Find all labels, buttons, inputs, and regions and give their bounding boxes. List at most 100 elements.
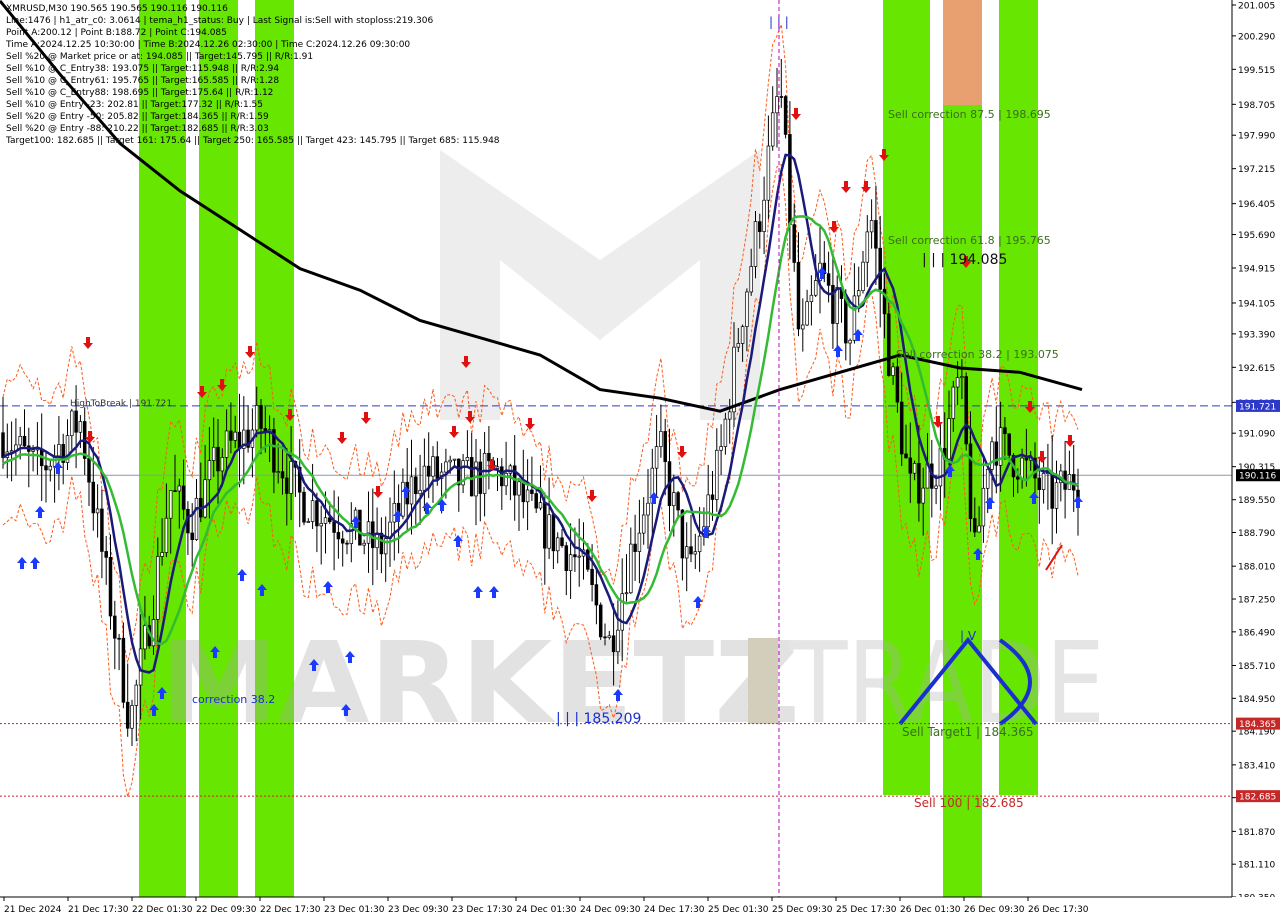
buy-arrow-icon xyxy=(30,557,40,569)
candle-body xyxy=(190,532,194,540)
buy-arrow-icon xyxy=(237,569,247,581)
candle-body xyxy=(564,545,569,571)
candle-body xyxy=(487,452,491,462)
buy-arrow-icon xyxy=(17,557,27,569)
candle-body xyxy=(917,463,921,504)
candle-body xyxy=(530,489,534,494)
price-tick-label: 188.790 xyxy=(1238,529,1275,539)
candle-body xyxy=(947,418,951,460)
info-line: Sell %20 @ Entry -50: 205.82 || Target:1… xyxy=(6,112,269,122)
candle-body xyxy=(706,494,710,528)
candle-body xyxy=(680,509,685,559)
candle-body xyxy=(990,441,994,470)
candle-body xyxy=(770,112,775,147)
candle-body xyxy=(908,457,913,474)
candle-body xyxy=(1037,477,1042,490)
candle-body xyxy=(964,376,968,445)
candle-body xyxy=(233,431,237,441)
annotation-label: Sell correction 38.2 | 193.075 xyxy=(896,348,1059,361)
price-tag-label: 190.116 xyxy=(1239,472,1276,482)
price-tick-label: 194.105 xyxy=(1238,299,1275,309)
price-tag-label: 184.365 xyxy=(1239,720,1276,730)
candle-body xyxy=(887,313,891,376)
candle-body xyxy=(762,199,766,232)
candle-body xyxy=(981,487,986,527)
candle-body xyxy=(482,452,487,494)
candle-body xyxy=(517,481,521,496)
candle-body xyxy=(590,568,594,585)
time-tick-label: 23 Dec 17:30 xyxy=(452,905,513,915)
candle-body xyxy=(426,465,431,477)
candle-body xyxy=(684,546,689,559)
price-tick-label: 185.710 xyxy=(1238,662,1275,672)
sell-arrow-icon xyxy=(361,412,371,424)
candle-body xyxy=(1003,427,1007,435)
sell-arrow-icon xyxy=(373,486,383,498)
candle-body xyxy=(1016,476,1020,480)
candle-body xyxy=(74,410,78,433)
price-tick-label: 197.215 xyxy=(1238,165,1275,175)
time-tick-label: 25 Dec 17:30 xyxy=(836,905,897,915)
candle-body xyxy=(315,500,319,527)
buy-arrow-icon xyxy=(489,586,499,598)
candle-body xyxy=(534,493,538,509)
candle-body xyxy=(1007,433,1011,456)
candle-body xyxy=(740,326,745,344)
buy-arrow-icon xyxy=(323,581,333,593)
candle-body xyxy=(108,556,113,617)
candle-body xyxy=(719,446,723,451)
candle-body xyxy=(813,280,818,296)
candle-body xyxy=(160,552,164,557)
candle-body xyxy=(697,535,702,553)
candle-body xyxy=(801,324,805,330)
candle-body xyxy=(727,411,732,420)
candle-body xyxy=(1054,482,1059,509)
price-tick-label: 195.690 xyxy=(1238,231,1275,241)
buy-arrow-icon xyxy=(1073,496,1083,508)
candle-body xyxy=(211,446,216,461)
sell-arrow-icon xyxy=(449,426,459,438)
candle-body xyxy=(607,635,612,638)
candle-body xyxy=(414,476,418,495)
time-tick-label: 24 Dec 01:30 xyxy=(516,905,577,915)
candle-body xyxy=(1,432,5,458)
candle-body xyxy=(156,556,160,620)
candle-body xyxy=(672,492,676,507)
candle-body xyxy=(654,446,659,469)
candle-body xyxy=(57,444,61,457)
candle-body xyxy=(31,449,35,452)
candle-body xyxy=(977,525,981,533)
sell-arrow-icon xyxy=(83,337,93,349)
candle-body xyxy=(891,366,895,376)
candle-body xyxy=(1050,472,1054,509)
candle-body xyxy=(319,523,323,527)
candle-body xyxy=(113,615,117,639)
price-tick-label: 194.915 xyxy=(1238,265,1275,275)
candle-body xyxy=(985,468,990,489)
time-tick-label: 22 Dec 17:30 xyxy=(260,905,321,915)
candle-body xyxy=(560,537,564,547)
candle-body xyxy=(629,543,633,594)
candle-body xyxy=(285,477,289,494)
candle-body xyxy=(448,459,452,463)
candle-body xyxy=(18,435,22,446)
candle-body xyxy=(78,421,83,433)
candle-body xyxy=(611,635,616,653)
candle-body xyxy=(216,446,220,472)
candle-body xyxy=(95,508,100,514)
price-tick-label: 186.490 xyxy=(1238,628,1275,638)
time-tick-label: 22 Dec 09:30 xyxy=(196,905,257,915)
info-line: Sell %10 @ C_Entry38: 193.075 || Target:… xyxy=(6,64,280,74)
candle-body xyxy=(960,376,964,378)
candle-body xyxy=(418,490,422,495)
time-tick-label: 23 Dec 09:30 xyxy=(388,905,449,915)
price-tick-label: 184.950 xyxy=(1238,695,1275,705)
candle-body xyxy=(1024,457,1029,461)
annotation-label: | | | 194.085 xyxy=(922,252,1007,268)
candle-body xyxy=(259,405,263,429)
annotation-label: | | | 185.209 xyxy=(556,711,641,727)
candle-body xyxy=(693,551,698,555)
candle-body xyxy=(194,497,199,540)
candle-body xyxy=(469,457,474,497)
candle-body xyxy=(904,453,908,459)
